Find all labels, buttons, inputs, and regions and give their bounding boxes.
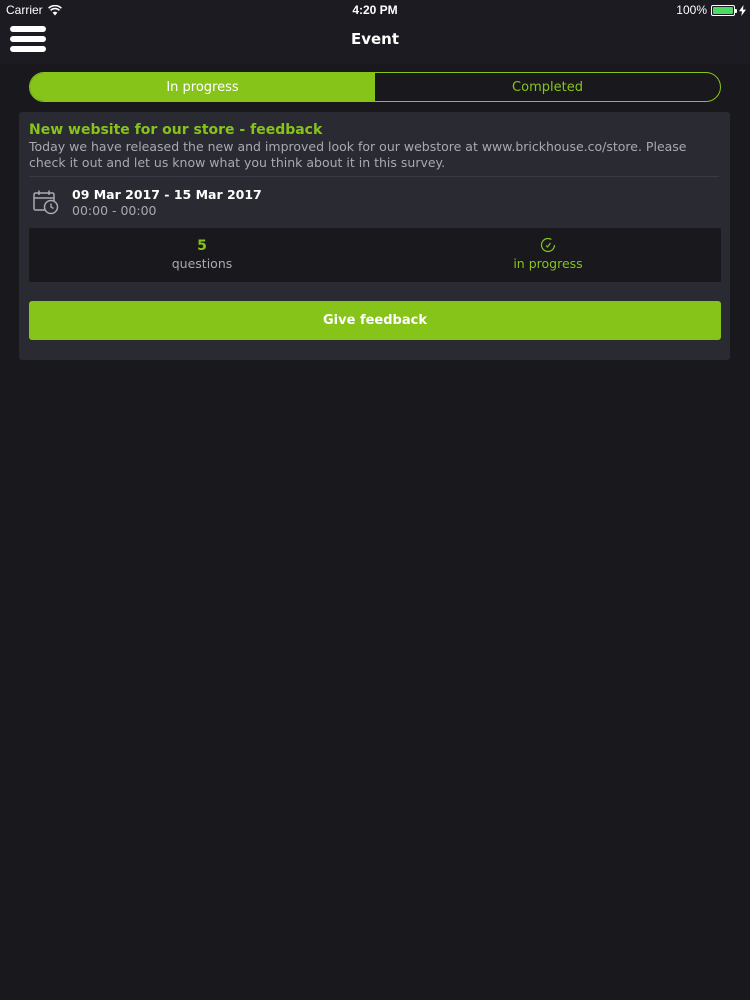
status-bar: Carrier 4:20 PM 100% bbox=[0, 0, 750, 20]
app-screen: Carrier 4:20 PM 100% Event In progress C… bbox=[0, 0, 750, 1000]
divider bbox=[29, 176, 719, 177]
event-stats: 5 questions in progress bbox=[29, 228, 721, 282]
status-segmented-control: In progress Completed bbox=[29, 72, 721, 102]
event-card: New website for our store - feedback Tod… bbox=[19, 112, 730, 360]
questions-label: questions bbox=[171, 256, 233, 271]
progress-status-label: in progress bbox=[513, 256, 583, 271]
charging-bolt-icon bbox=[739, 4, 746, 16]
event-date-range: 09 Mar 2017 - 15 Mar 2017 bbox=[72, 187, 262, 202]
give-feedback-button[interactable]: Give feedback bbox=[29, 301, 721, 340]
questions-stat: 5 questions bbox=[29, 228, 375, 282]
page-title: Event bbox=[350, 30, 400, 48]
questions-count: 5 bbox=[197, 238, 207, 254]
event-description: Today we have released the new and impro… bbox=[29, 139, 687, 170]
battery-icon bbox=[711, 4, 737, 16]
event-title: New website for our store - feedback bbox=[29, 122, 323, 138]
tab-completed[interactable]: Completed bbox=[375, 73, 720, 101]
event-time-range: 00:00 - 00:00 bbox=[72, 203, 157, 218]
navigation-bar: Event bbox=[0, 20, 750, 64]
status-right: 100% bbox=[676, 3, 746, 17]
battery-percent: 100% bbox=[676, 3, 707, 17]
progress-clock-icon bbox=[540, 237, 556, 253]
status-time: 4:20 PM bbox=[352, 3, 398, 17]
progress-stat: in progress bbox=[375, 228, 721, 282]
tab-in-progress[interactable]: In progress bbox=[30, 73, 375, 101]
calendar-clock-icon bbox=[33, 190, 59, 215]
